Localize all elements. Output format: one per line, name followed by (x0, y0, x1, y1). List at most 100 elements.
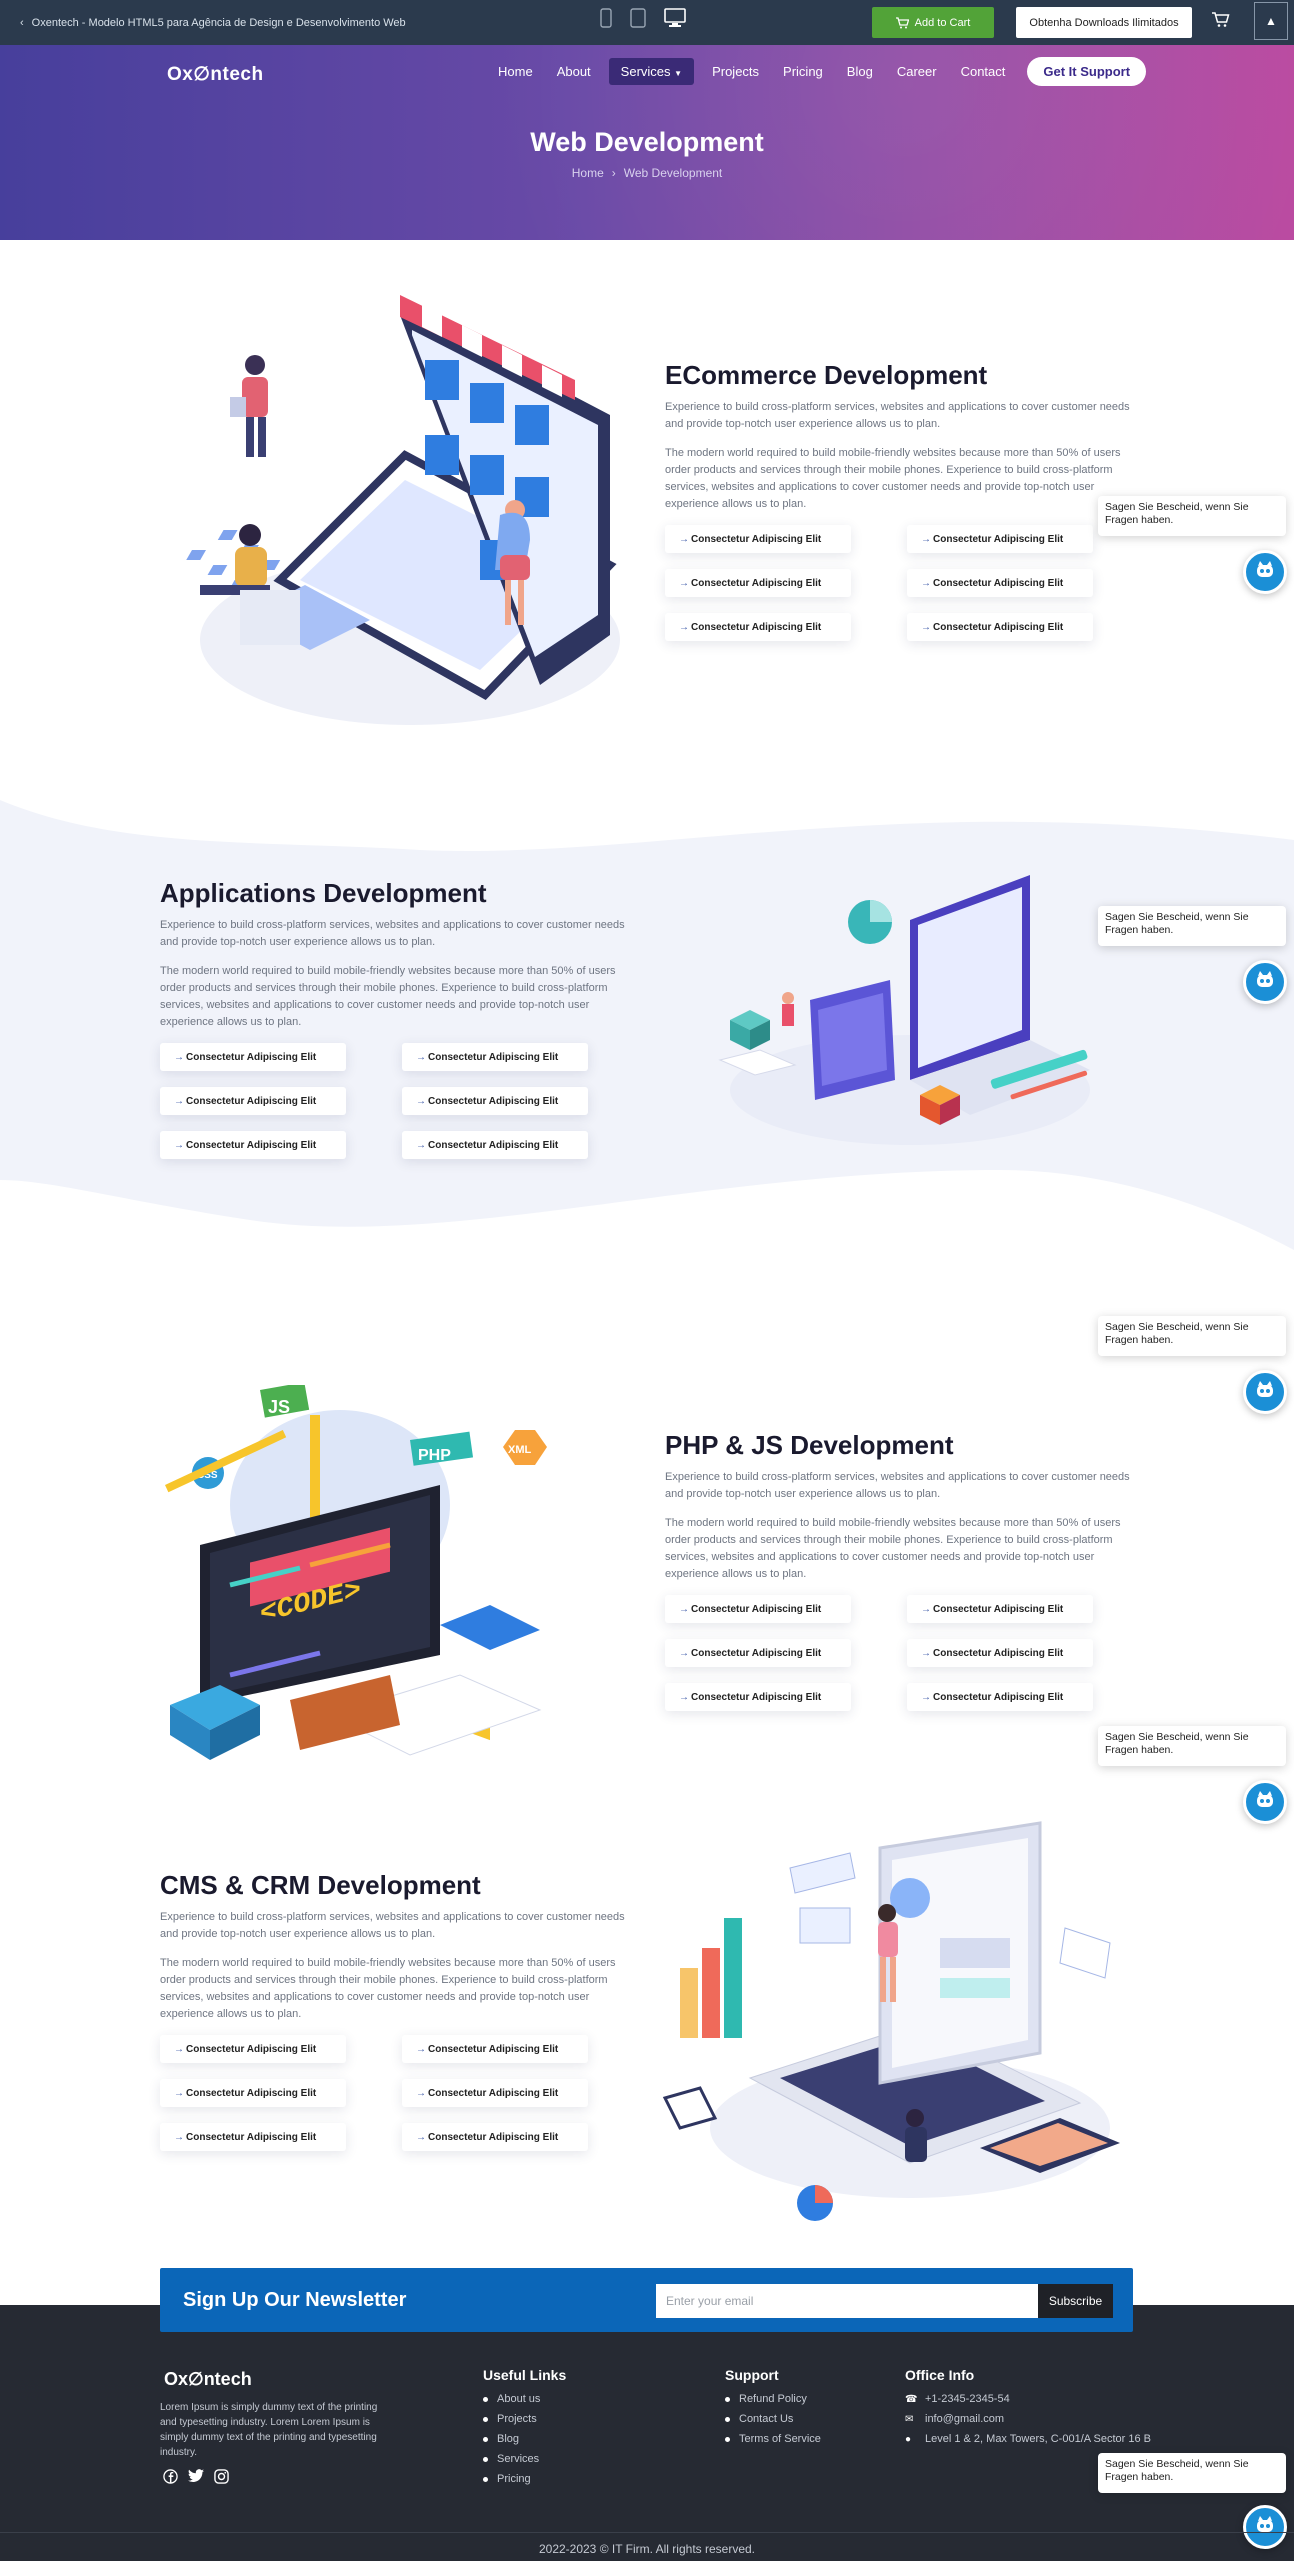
nav-projects[interactable]: Projects (700, 58, 771, 85)
page-header: Ox∅ntech Home About Services ▼ Projects … (0, 45, 1294, 240)
newsletter-form: Subscribe (656, 2284, 1197, 2318)
feature-item: → Consectetur Adipiscing Elit (907, 613, 1093, 641)
arrow-right-icon: → (174, 1139, 184, 1151)
nav-services[interactable]: Services ▼ (608, 58, 695, 85)
preview-title: Oxentech - Modelo HTML5 para Agência de … (31, 16, 406, 29)
device-switcher (600, 8, 686, 28)
social-links (163, 2469, 229, 2484)
footer-link[interactable]: Services (483, 2453, 566, 2465)
nav-about[interactable]: About (545, 58, 603, 85)
arrow-right-icon: → (416, 1139, 426, 1151)
feature-item: → Consectetur Adipiscing Elit (907, 1639, 1093, 1667)
arrow-right-icon: → (921, 621, 931, 633)
nav-blog[interactable]: Blog (835, 58, 885, 85)
arrow-right-icon: → (174, 2043, 184, 2055)
nav-career[interactable]: Career (885, 58, 949, 85)
cart-icon[interactable] (1212, 12, 1230, 28)
breadcrumb-home[interactable]: Home (572, 166, 604, 180)
section-title: PHP & JS Development (665, 1430, 954, 1460)
arrow-right-icon: → (679, 577, 689, 589)
footer-logo[interactable]: Ox∅ntech (164, 2369, 252, 2390)
newsletter-email-input[interactable] (656, 2284, 1038, 2318)
section-applications: Applications Development Experience to b… (160, 878, 630, 1159)
add-to-cart-button[interactable]: Add to Cart (872, 7, 994, 38)
downloads-button[interactable]: Obtenha Downloads Ilimitados (1016, 7, 1192, 38)
chat-prompt[interactable]: Sagen Sie Bescheid, wenn Sie Fragen habe… (1098, 1726, 1286, 1766)
footer-office-info: Office Info ☎ +1-2345-2345-54 ✉ info@gmail… (905, 2367, 1151, 2453)
arrow-right-icon: → (174, 2087, 184, 2099)
facebook-icon[interactable] (163, 2469, 178, 2484)
arrow-right-icon: → (921, 533, 931, 545)
caret-down-icon: ▼ (674, 69, 683, 78)
column-title: Office Info (905, 2367, 975, 2383)
mobile-icon[interactable] (600, 8, 612, 28)
arrow-right-icon: → (174, 1095, 184, 1107)
feature-item: → Consectetur Adipiscing Elit (907, 1595, 1093, 1623)
arrow-right-icon: → (921, 1647, 931, 1659)
nav-home[interactable]: Home (486, 58, 545, 85)
feature-item: → Consectetur Adipiscing Elit (402, 2079, 588, 2107)
footer-link[interactable]: Projects (483, 2413, 566, 2425)
section-body: The modern world required to build mobil… (665, 1517, 1121, 1580)
chevron-right-icon: › (611, 166, 616, 180)
chat-prompt[interactable]: Sagen Sie Bescheid, wenn Sie Fragen habe… (1098, 496, 1286, 536)
chat-prompt[interactable]: Sagen Sie Bescheid, wenn Sie Fragen habe… (1098, 2453, 1286, 2493)
chat-prompt[interactable]: Sagen Sie Bescheid, wenn Sie Fragen habe… (1098, 1316, 1286, 1356)
feature-item: → Consectetur Adipiscing Elit (665, 1639, 851, 1667)
chat-bot-icon (1254, 1789, 1276, 1816)
twitter-icon[interactable] (188, 2469, 204, 2483)
office-phone[interactable]: ☎ +1-2345-2345-54 (905, 2393, 1151, 2405)
feature-item: → Consectetur Adipiscing Elit (160, 2123, 346, 2151)
subscribe-button[interactable]: Subscribe (1038, 2284, 1113, 2318)
php-js-illustration: JS PHP XML CSS <CODE> (165, 1385, 547, 1760)
chat-button[interactable] (1243, 960, 1287, 1004)
arrow-right-icon: → (174, 1051, 184, 1063)
section-ecommerce: ECommerce Development Experience to buil… (665, 360, 1135, 641)
chevron-left-icon: ‹ (20, 16, 24, 29)
footer-link[interactable]: About us (483, 2393, 566, 2405)
footer-link[interactable]: Contact Us (725, 2413, 821, 2425)
chat-button[interactable] (1243, 550, 1287, 594)
footer-link[interactable]: Blog (483, 2433, 566, 2445)
phone-icon: ☎ (905, 2393, 918, 2405)
section-body: The modern world required to build mobil… (160, 965, 616, 1028)
arrow-right-icon: → (921, 1603, 931, 1615)
feature-item: → Consectetur Adipiscing Elit (160, 1043, 346, 1071)
instagram-icon[interactable] (214, 2469, 229, 2484)
column-title: Support (725, 2367, 779, 2383)
chat-bot-icon (1254, 2514, 1276, 2541)
arrow-right-icon: → (416, 2087, 426, 2099)
desktop-icon[interactable] (664, 8, 686, 28)
footer-link[interactable]: Pricing (483, 2473, 566, 2485)
arrow-right-icon: → (416, 1095, 426, 1107)
js-badge: JS (268, 1397, 290, 1417)
footer-support: Support Refund Policy Contact Us Terms o… (725, 2367, 821, 2453)
back-link[interactable]: ‹ Oxentech - Modelo HTML5 para Agência d… (20, 17, 406, 29)
office-email[interactable]: ✉ info@gmail.com (905, 2413, 1151, 2425)
feature-item: → Consectetur Adipiscing Elit (907, 1683, 1093, 1711)
footer-divider (0, 2532, 1294, 2533)
nav-pricing[interactable]: Pricing (771, 58, 835, 85)
chat-button[interactable] (1243, 1780, 1287, 1824)
section-intro: Experience to build cross-platform servi… (665, 401, 1130, 430)
feature-item: → Consectetur Adipiscing Elit (665, 1683, 851, 1711)
footer-link[interactable]: Refund Policy (725, 2393, 821, 2405)
section-title: ECommerce Development (665, 360, 988, 390)
collapse-bar-button[interactable]: ▲ (1254, 2, 1288, 40)
breadcrumb-current: Web Development (623, 166, 723, 180)
get-support-button[interactable]: Get It Support (1027, 57, 1147, 86)
footer-link[interactable]: Terms of Service (725, 2433, 821, 2445)
php-badge: PHP (418, 1447, 451, 1464)
chat-button[interactable] (1243, 1370, 1287, 1414)
logo[interactable]: Ox∅ntech (167, 63, 264, 86)
cms-crm-illustration (662, 1821, 1120, 2221)
feature-item: → Consectetur Adipiscing Elit (402, 1087, 588, 1115)
feature-item: → Consectetur Adipiscing Elit (665, 1595, 851, 1623)
feature-item: → Consectetur Adipiscing Elit (402, 2035, 588, 2063)
chat-prompt[interactable]: Sagen Sie Bescheid, wenn Sie Fragen habe… (1098, 906, 1286, 946)
nav-contact[interactable]: Contact (949, 58, 1018, 85)
arrow-right-icon: → (921, 1691, 931, 1703)
footer-about: Lorem Ipsum is simply dummy text of the … (160, 2402, 378, 2458)
tablet-icon[interactable] (630, 8, 646, 28)
chevron-up-icon: ▲ (1265, 14, 1277, 28)
